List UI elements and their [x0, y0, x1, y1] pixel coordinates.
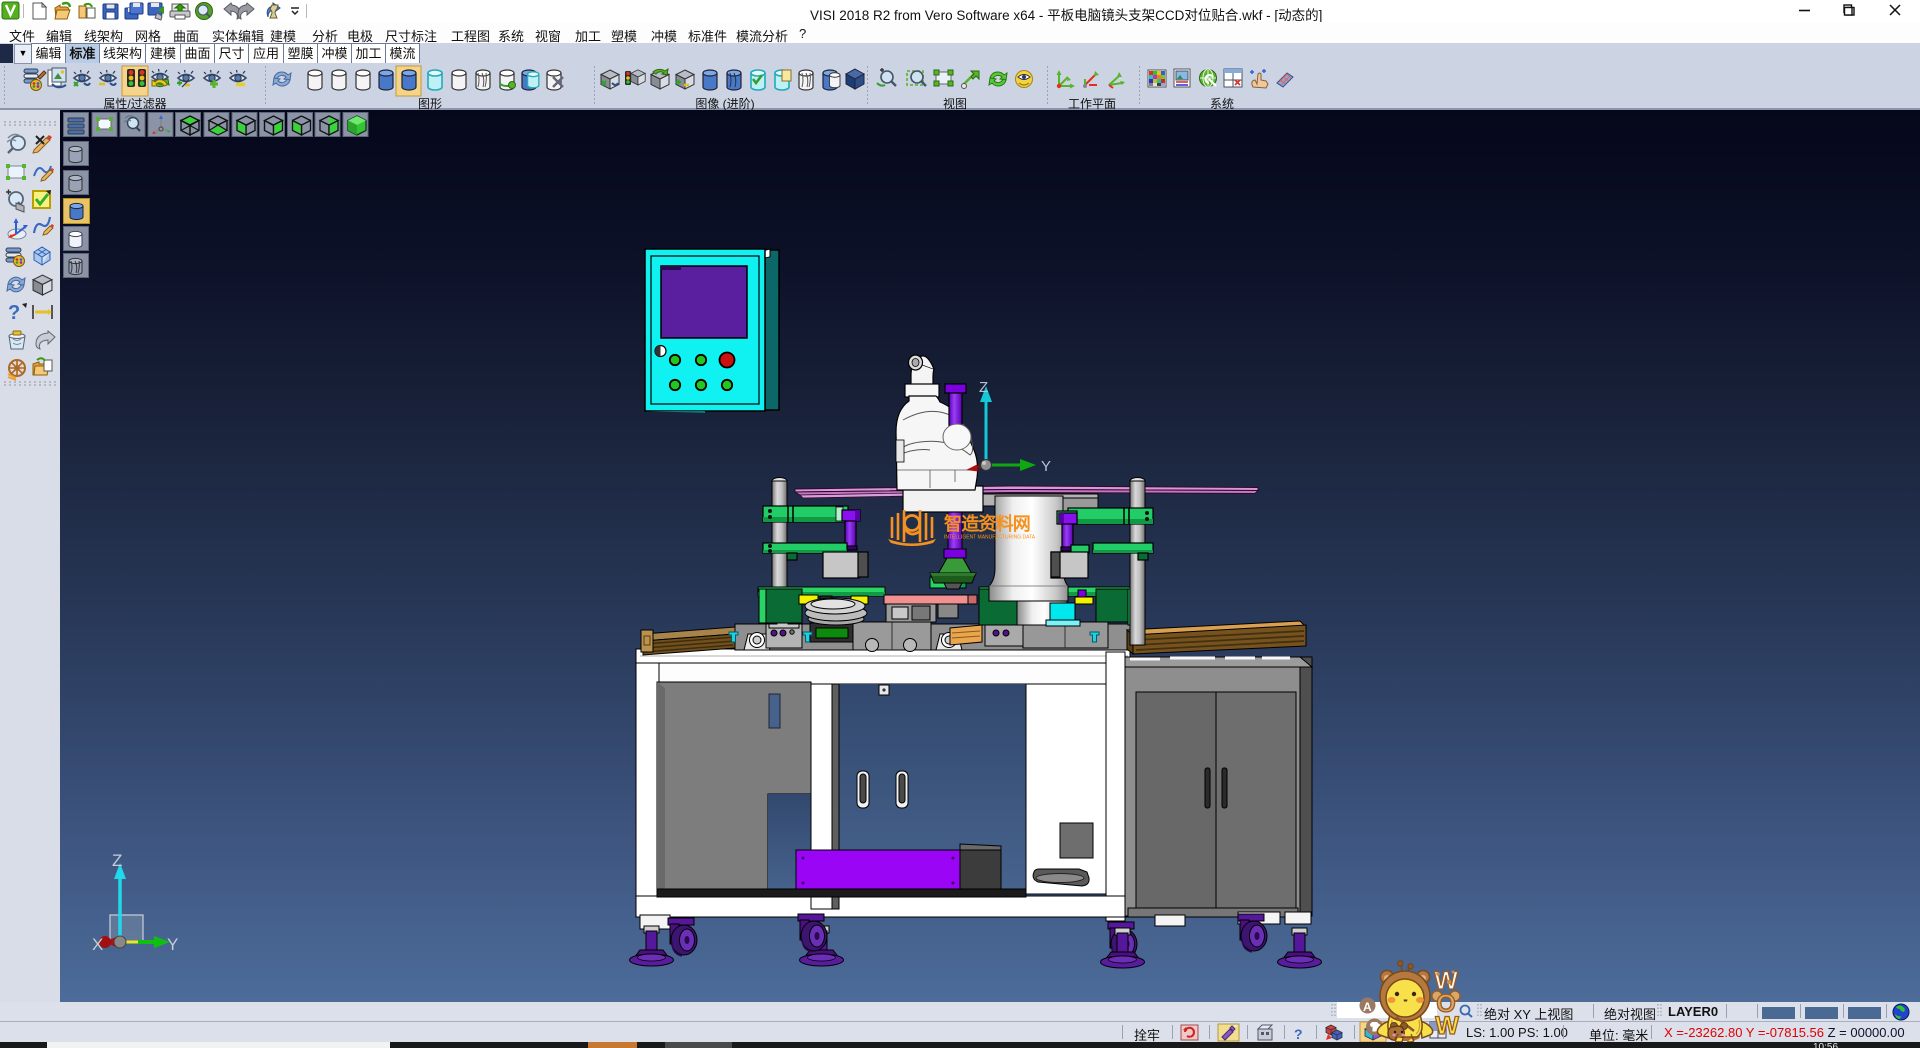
svg-text:Z: Z	[979, 379, 988, 396]
svg-text:智造资料网: 智造资料网	[944, 513, 1030, 534]
svg-text:A: A	[1363, 1000, 1372, 1014]
svg-text:INTELLIGENT MANUFACTURING DATA: INTELLIGENT MANUFACTURING DATA	[944, 535, 1036, 541]
svg-text:?: ?	[8, 302, 20, 324]
svg-text:W: W	[1435, 1012, 1459, 1040]
svg-text:Z: Z	[112, 851, 122, 870]
svg-text:?: ?	[1294, 1026, 1303, 1042]
svg-text:Y: Y	[1041, 458, 1051, 475]
svg-text:X: X	[92, 935, 103, 954]
svg-text:Y: Y	[167, 935, 178, 954]
